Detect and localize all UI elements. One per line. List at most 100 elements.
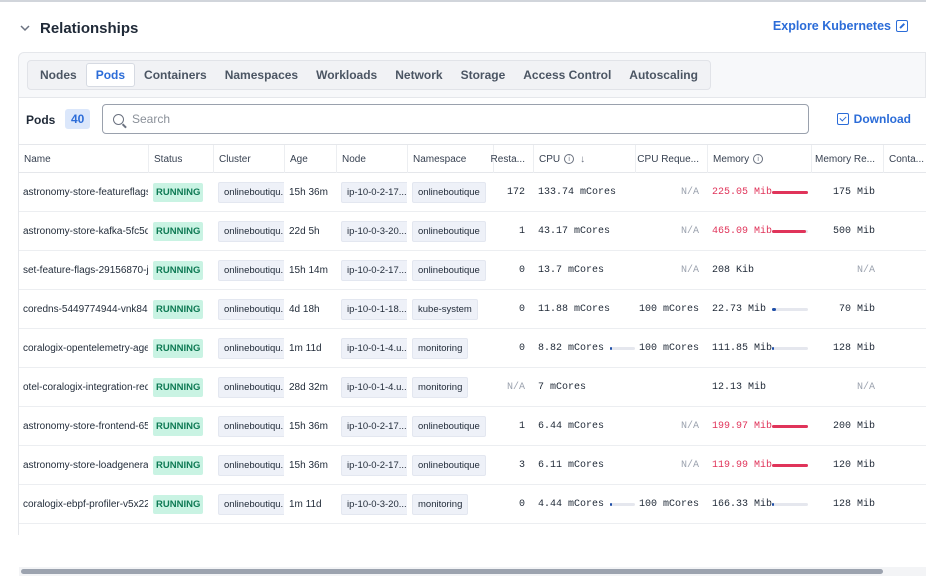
status-badge: RUNNING — [153, 377, 204, 397]
node-chip[interactable]: ip-10-0-2-17... — [341, 259, 407, 281]
table-row[interactable]: set-feature-flags-29156870-jq... RUNNING o… — [19, 251, 926, 290]
namespace-chip[interactable]: onlineboutique — [412, 454, 486, 476]
pod-name[interactable]: set-feature-flags-29156870-jq... — [23, 265, 148, 276]
pods-label: Pods — [26, 113, 56, 127]
table-row[interactable]: astronomy-store-featureflagser... RUNNING… — [19, 173, 926, 212]
cpu-value: 6.44 mCores — [538, 420, 605, 432]
column-header[interactable]: Node — [336, 145, 407, 173]
node-chip[interactable]: ip-10-0-1-18... — [341, 298, 407, 320]
pod-name[interactable]: astronomy-store-frontend-656f... — [23, 421, 148, 432]
cluster-chip[interactable]: onlineboutiqu... — [218, 298, 284, 320]
cluster-chip[interactable]: onlineboutiqu... — [218, 493, 284, 515]
section-header[interactable]: Relationships — [18, 16, 138, 40]
tab-storage[interactable]: Storage — [452, 63, 515, 87]
table-row[interactable]: astronomy-store-kafka-5fc5d7f... RUNNING o… — [19, 212, 926, 251]
cpu-value: 4.44 mCores — [538, 498, 605, 510]
tab-pods[interactable]: Pods — [85, 63, 136, 87]
column-header[interactable]: Age — [284, 145, 336, 173]
tab-workloads[interactable]: Workloads — [307, 63, 386, 87]
column-header-label: Name — [24, 153, 51, 165]
cluster-chip[interactable]: onlineboutiqu... — [218, 220, 284, 242]
cluster-chip[interactable]: onlineboutiqu... — [218, 337, 284, 359]
search-box[interactable] — [102, 104, 809, 134]
pod-name[interactable]: astronomy-store-loadgenerator-... — [23, 460, 148, 471]
cluster-chip[interactable]: onlineboutiqu... — [218, 259, 284, 281]
node-chip[interactable]: ip-10-0-2-17... — [341, 415, 407, 437]
download-button[interactable]: Download — [836, 112, 911, 126]
namespace-chip[interactable]: monitoring — [412, 337, 469, 359]
pod-name[interactable]: coredns-5449774944-vnk84 — [23, 304, 148, 315]
explore-kubernetes-link[interactable]: Explore Kubernetes — [773, 19, 908, 33]
tab-nodes[interactable]: Nodes — [31, 63, 86, 87]
sort-descending-icon[interactable]: ↓ — [580, 154, 585, 165]
namespace-chip[interactable]: kube-system — [412, 298, 478, 320]
download-label: Download — [853, 112, 911, 126]
pod-name[interactable]: astronomy-store-featureflagser... — [23, 187, 148, 198]
pod-name[interactable]: coralogix-opentelemetry-agent-... — [23, 343, 148, 354]
search-input[interactable] — [132, 112, 732, 126]
column-header[interactable]: Namespace — [407, 145, 493, 173]
cpu-value: 133.74 mCores — [538, 186, 617, 198]
scrollbar-thumb[interactable] — [21, 569, 883, 574]
cluster-chip[interactable]: onlineboutiqu... — [218, 181, 284, 203]
namespace-chip[interactable]: monitoring — [412, 376, 469, 398]
horizontal-scrollbar[interactable] — [19, 567, 926, 576]
cluster-chip[interactable]: onlineboutiqu... — [218, 376, 284, 398]
table-row[interactable]: coralogix-ebpf-profiler-v5x22 RUNNING onli… — [19, 485, 926, 524]
table-row[interactable]: astronomy-store-loadgenerator-... RUNNING… — [19, 446, 926, 485]
pod-name[interactable]: astronomy-store-kafka-5fc5d7f... — [23, 226, 148, 237]
restarts-value: 172 — [506, 186, 525, 198]
pod-age: 15h 36m — [289, 186, 328, 198]
memory-request-value: N/A — [856, 264, 875, 276]
relationships-page: Relationships Explore Kubernetes Nodes Po… — [0, 0, 926, 576]
tab-access-control[interactable]: Access Control — [514, 63, 620, 87]
tab-containers[interactable]: Containers — [135, 63, 216, 87]
pod-name[interactable]: coralogix-ebpf-profiler-v5x22 — [23, 499, 148, 510]
table-row[interactable]: astronomy-store-frontend-656f... RUNNING o… — [19, 407, 926, 446]
column-header[interactable]: Memory Re... — [811, 145, 883, 173]
node-chip[interactable]: ip-10-0-3-20... — [341, 493, 407, 515]
cluster-chip[interactable]: onlineboutiqu... — [218, 415, 284, 437]
pod-age: 1m 11d — [289, 498, 322, 510]
table-row[interactable]: coralogix-opentelemetry-agent-... RUNNING… — [19, 329, 926, 368]
chevron-down-icon[interactable] — [18, 21, 32, 35]
node-chip[interactable]: ip-10-0-3-20... — [341, 220, 407, 242]
pod-age: 15h 36m — [289, 420, 328, 432]
table-row[interactable]: otel-coralogix-integration-redis-... RUNN… — [19, 368, 926, 407]
cpu-value: 6.11 mCores — [538, 459, 605, 471]
column-header[interactable]: Resta... — [491, 145, 533, 173]
status-badge: RUNNING — [153, 182, 204, 202]
tab-namespaces[interactable]: Namespaces — [216, 63, 307, 87]
node-chip[interactable]: ip-10-0-1-4.u... — [341, 376, 407, 398]
column-header[interactable]: Conta... — [883, 145, 926, 173]
column-header[interactable]: CPU i ↓ — [533, 145, 635, 173]
namespace-chip[interactable]: onlineboutique — [412, 259, 486, 281]
node-chip[interactable]: ip-10-0-2-17... — [341, 181, 407, 203]
memory-request-value: 200 Mib — [832, 420, 875, 432]
cluster-chip[interactable]: onlineboutiqu... — [218, 454, 284, 476]
memory-value: 22.73 Mib — [712, 303, 767, 315]
namespace-chip[interactable]: monitoring — [412, 493, 469, 515]
cpu-usage-bar — [610, 502, 635, 506]
info-icon[interactable]: i — [564, 154, 575, 164]
namespace-chip[interactable]: onlineboutique — [412, 181, 486, 203]
column-header[interactable]: Cluster — [213, 145, 284, 173]
column-header[interactable]: Memory i — [707, 145, 811, 173]
info-icon[interactable]: i — [753, 154, 764, 164]
namespace-chip[interactable]: onlineboutique — [412, 220, 486, 242]
column-header[interactable]: Status — [148, 145, 213, 173]
column-header[interactable]: Name — [19, 145, 148, 173]
restarts-value: 1 — [518, 420, 525, 432]
pod-name[interactable]: otel-coralogix-integration-redis-... — [23, 382, 148, 393]
node-chip[interactable]: ip-10-0-2-17... — [341, 454, 407, 476]
cpu-value: 7 mCores — [538, 381, 587, 393]
memory-usage-fill — [772, 425, 808, 428]
tab-autoscaling[interactable]: Autoscaling — [620, 63, 707, 87]
tab-network[interactable]: Network — [386, 63, 451, 87]
namespace-chip[interactable]: onlineboutique — [412, 415, 486, 437]
cpu-request-value: N/A — [680, 420, 699, 432]
restarts-value: 1 — [518, 225, 525, 237]
node-chip[interactable]: ip-10-0-1-4.u... — [341, 337, 407, 359]
column-header[interactable]: CPU Reque... — [635, 145, 707, 173]
table-row[interactable]: coredns-5449774944-vnk84 RUNNING onlinebou… — [19, 290, 926, 329]
